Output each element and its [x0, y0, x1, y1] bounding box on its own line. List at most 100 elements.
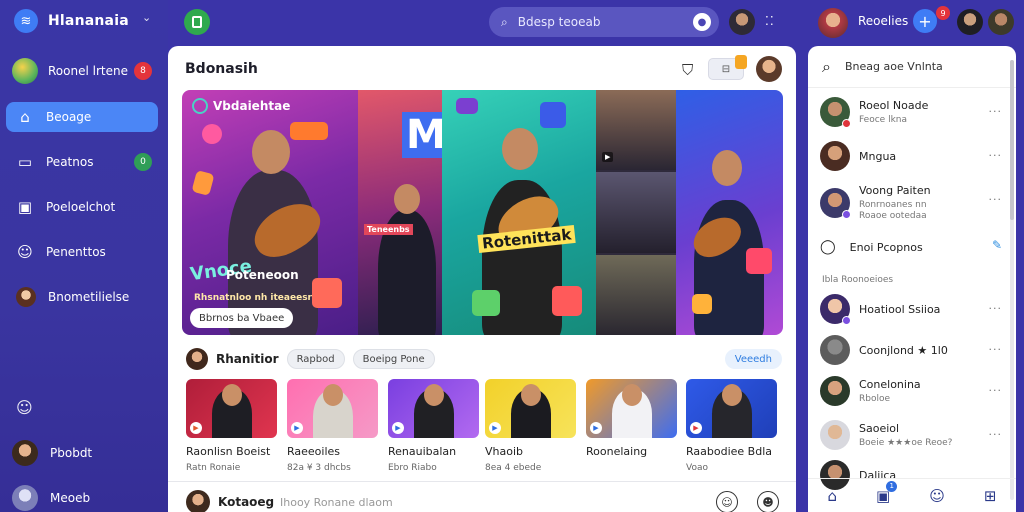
- contacts-search-label: Bneag aoe Vnlnta: [844, 60, 943, 73]
- main-toolbar: ⛉ ⊟: [682, 55, 782, 82]
- avatar[interactable]: [957, 9, 983, 35]
- avatar[interactable]: [988, 9, 1014, 35]
- sidebar-user-2[interactable]: Meoeb: [12, 485, 90, 511]
- voice-icon[interactable]: ●: [693, 13, 711, 31]
- hero-panel-1: Vbdaiehtae Vnoce Poteneoon Rhsnatnloo nh…: [182, 90, 358, 335]
- avatar: [820, 141, 850, 171]
- video-card[interactable]: ▶ Renauibalan Ebro Riabo: [388, 379, 479, 473]
- sidebar-item-photos[interactable]: ▣ Poeloelchot: [6, 192, 158, 222]
- plus-icon[interactable]: +: [913, 9, 937, 33]
- people-icon: ☺: [17, 243, 33, 261]
- status-dot: [842, 210, 851, 219]
- avatar[interactable]: [756, 56, 782, 82]
- hero-cta-button[interactable]: Bbrnos ba Vbaee: [190, 308, 294, 328]
- sidebar-item-label: Penenttos: [46, 245, 106, 259]
- sticker: [202, 124, 222, 144]
- sidebar-user-1[interactable]: Pbobdt: [12, 440, 92, 466]
- card-meta: 8ea 4 ebede: [485, 463, 542, 473]
- bag-icon: [735, 55, 747, 69]
- performer-head: [712, 150, 742, 186]
- more-icon[interactable]: ···: [989, 302, 1003, 315]
- hero-banner[interactable]: Vbdaiehtae Vnoce Poteneoon Rhsnatnloo nh…: [182, 90, 783, 335]
- avatar[interactable]: [818, 8, 848, 38]
- card-thumbnail: ▶: [287, 379, 378, 438]
- contacts-panel: ⌕ Bneag aoe Vnlnta Roeol Noade Feoce lkna…: [808, 46, 1016, 512]
- card-meta: Ratn Ronaie: [186, 463, 241, 473]
- avatar: [12, 485, 38, 511]
- sticker: [552, 286, 582, 316]
- filter-chip[interactable]: Rapbod: [286, 349, 345, 369]
- messages-icon[interactable]: ▣ 1: [876, 480, 898, 505]
- panel-bottom-nav: ⌂ ▣ 1 ☺ ⊞: [808, 478, 1016, 512]
- card-thumbnail: ▶: [186, 379, 277, 438]
- contact-item[interactable]: Voong Paiten Ronrnoanes nn Roaoe ootedaa …: [820, 183, 1006, 223]
- home-icon[interactable]: ⌂: [828, 487, 838, 505]
- suggestion-item[interactable]: Conelonina Rboloe ···: [820, 374, 1006, 408]
- performer-head: [622, 384, 642, 406]
- search-bar[interactable]: ⌕ Bdesp teoeab ●: [489, 7, 719, 37]
- bookmark-icon[interactable]: ⛉: [682, 61, 696, 79]
- video-card[interactable]: ▶ Raeeoiles 82a ¥ 3 dhcbs: [287, 379, 378, 473]
- more-icon[interactable]: ···: [989, 149, 1003, 162]
- contact-item[interactable]: Roeol Noade Feoce lkna ···: [820, 95, 1006, 129]
- contact-status: Feoce lkna: [859, 115, 908, 125]
- more-icon[interactable]: ⁚⁚: [765, 14, 775, 28]
- more-icon[interactable]: ···: [989, 193, 1003, 206]
- video-card[interactable]: ▶ Roonelaing: [586, 379, 677, 463]
- count-badge: 1: [886, 480, 898, 492]
- notification-badge: 8: [134, 62, 152, 80]
- suggestion-item[interactable]: Saoeiol Boeie ★★★oe Reoe? ···: [820, 418, 1006, 452]
- groups-icon[interactable]: ⊞: [984, 487, 997, 505]
- filter-chip[interactable]: Boeipg Pone: [352, 349, 435, 369]
- contacts-search[interactable]: ⌕ Bneag aoe Vnlnta: [808, 46, 1016, 88]
- video-card[interactable]: ▶ Vhaoib 8ea 4 ebede: [485, 379, 576, 473]
- suggestion-item[interactable]: Hoatiool Ssiioa ···: [820, 292, 1006, 326]
- more-icon[interactable]: ···: [989, 428, 1003, 441]
- performer-head: [722, 384, 742, 406]
- sticker: [191, 170, 215, 196]
- more-icon[interactable]: ···: [989, 384, 1003, 397]
- hero-panel-4: ▶: [596, 90, 676, 335]
- sidebar-item-home[interactable]: ⌂ Beoage: [6, 102, 158, 132]
- current-user-name[interactable]: Reoelies: [858, 14, 908, 28]
- video-card[interactable]: ▶ Raabodiee Bdla Voao: [686, 379, 777, 473]
- new-chat-icon[interactable]: ✎: [992, 238, 1002, 252]
- view-all-button[interactable]: Veeedh: [724, 349, 782, 369]
- composer-input[interactable]: Ihooy Ronane dlaom: [280, 496, 393, 509]
- photos-icon: ▣: [17, 198, 33, 216]
- chat-row[interactable]: ◯ Enoi Pcopnos ✎: [820, 234, 1006, 260]
- scrollbar[interactable]: [1010, 60, 1014, 500]
- sidebar-profile[interactable]: Roonel lrtene 8: [12, 58, 152, 84]
- card-title: Raonlisn Boeist: [186, 445, 271, 458]
- create-button[interactable]: [184, 9, 210, 35]
- emoji-icon[interactable]: ☺: [716, 491, 738, 512]
- suggestion-item[interactable]: Coonjlond ★ 1l0 ···: [820, 333, 1006, 367]
- sidebar-item-people[interactable]: ☺ Penenttos: [6, 237, 158, 267]
- avatar: [12, 440, 38, 466]
- more-icon[interactable]: ···: [989, 343, 1003, 356]
- sidebar-item-label: Poeloelchot: [46, 200, 116, 214]
- sidebar-item-profile[interactable]: Bnometilielse: [6, 282, 158, 312]
- chevron-down-icon[interactable]: ⌄: [142, 11, 151, 24]
- avatar[interactable]: [729, 9, 755, 35]
- avatar: [820, 97, 851, 128]
- avatar: [186, 348, 208, 370]
- hero-panel-2: M Teneenbs: [358, 90, 442, 335]
- smile-icon[interactable]: ☻: [757, 491, 779, 512]
- sidebar-item-pages[interactable]: ▭ Peatnos 0: [6, 147, 158, 177]
- contact-status: Ronrnoanes nn Roaoe ootedaa: [859, 200, 927, 221]
- smiley-icon[interactable]: ☺: [16, 398, 33, 417]
- scrollbar-thumb[interactable]: [1010, 60, 1014, 220]
- chat-bubble-icon: ◯: [820, 239, 836, 255]
- video-card[interactable]: ▶ Raonlisn Boeist Ratn Ronaie: [186, 379, 277, 473]
- card-title: Raabodiee Bdla: [686, 445, 772, 458]
- contact-item[interactable]: Mngua ···: [820, 139, 1006, 173]
- friends-icon[interactable]: ☺: [929, 487, 945, 505]
- search-icon: ⌕: [501, 14, 508, 29]
- suggestion-name: Conelonina: [859, 378, 921, 391]
- app-brand[interactable]: ≋ Hlananaia ⌄: [14, 9, 151, 33]
- play-icon: ▶: [590, 422, 602, 434]
- more-icon[interactable]: ···: [989, 105, 1003, 118]
- toolbox-button[interactable]: ⊟: [708, 55, 747, 80]
- hero-badge-text: Vbdaiehtae: [213, 99, 291, 113]
